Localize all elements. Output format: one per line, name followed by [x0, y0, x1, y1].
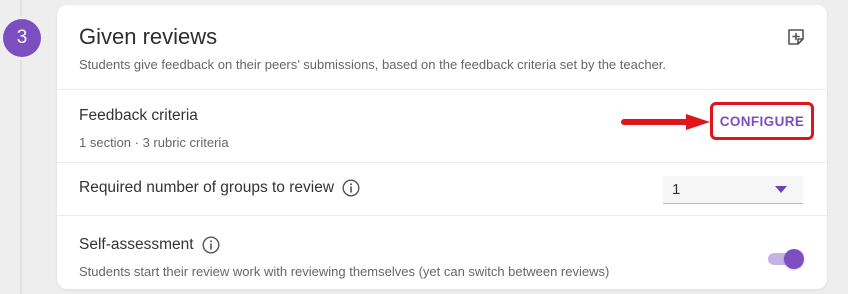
caret-down-icon [775, 186, 787, 193]
configure-button[interactable]: CONFIGURE [710, 102, 814, 140]
groups-to-review-label-wrap: Required number of groups to review [79, 179, 360, 197]
self-assessment-label: Self-assessment [79, 236, 194, 253]
groups-count-value: 1 [672, 181, 681, 198]
groups-to-review-label: Required number of groups to review [79, 179, 335, 196]
self-assessment-row: Self-assessment Students start their rev… [57, 216, 827, 289]
self-assessment-description: Students start their review work with re… [79, 264, 610, 279]
section-subtitle: Students give feedback on their peers’ s… [79, 57, 667, 72]
toggle-knob [784, 249, 804, 269]
feedback-criteria-summary: 1 section · 3 rubric criteria [79, 135, 229, 150]
note-add-icon[interactable] [786, 27, 806, 47]
red-arrow-annotation [621, 114, 710, 130]
info-icon[interactable] [202, 236, 220, 254]
step-number: 3 [16, 27, 28, 48]
given-reviews-card: Given reviews Students give feedback on … [57, 5, 827, 289]
card-header: Given reviews Students give feedback on … [57, 5, 827, 90]
self-assessment-label-wrap: Self-assessment [79, 236, 220, 254]
step-number-badge: 3 [3, 19, 41, 57]
section-title: Given reviews [79, 24, 218, 49]
self-assessment-toggle[interactable] [768, 248, 804, 270]
groups-count-select[interactable]: 1 [663, 176, 803, 204]
feedback-criteria-label: Feedback criteria [79, 107, 198, 124]
feedback-criteria-row: Feedback criteria 1 section · 3 rubric c… [57, 90, 827, 163]
info-icon[interactable] [342, 179, 360, 197]
groups-to-review-row: Required number of groups to review 1 [57, 163, 827, 216]
